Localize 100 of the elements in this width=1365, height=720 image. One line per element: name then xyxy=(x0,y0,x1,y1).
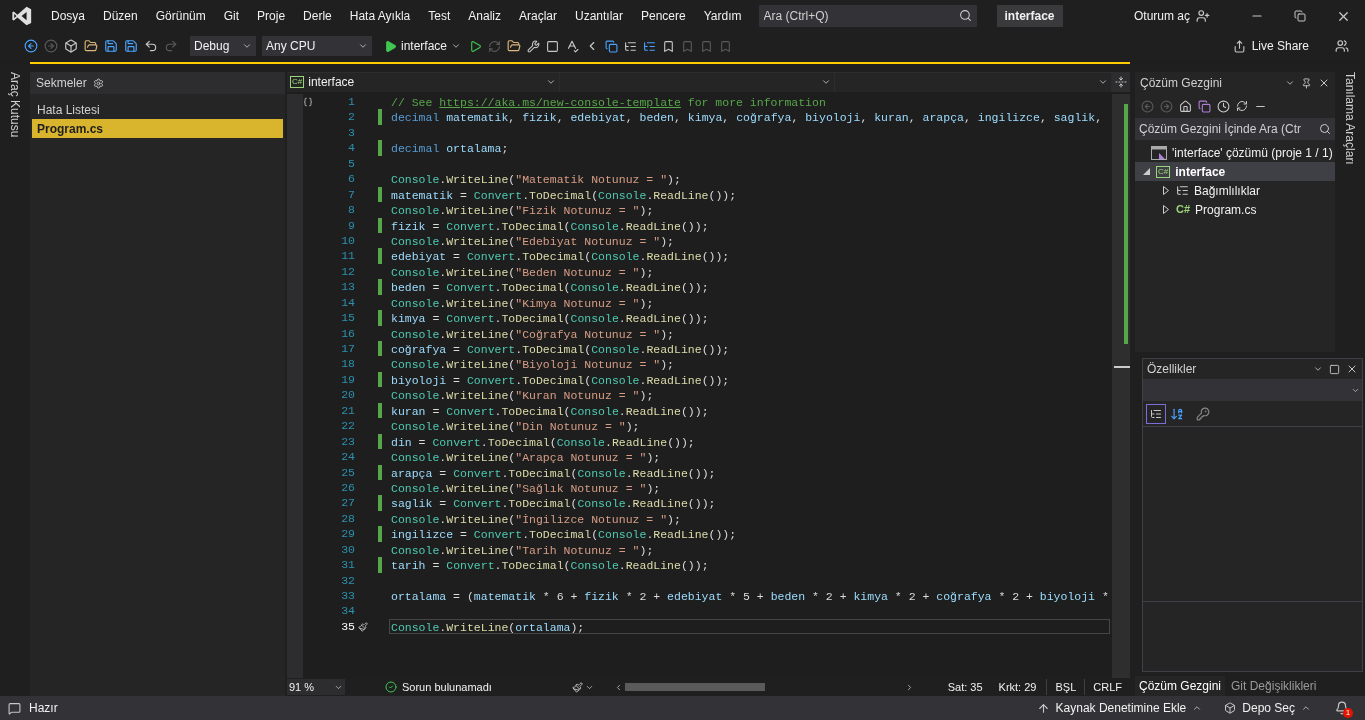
caret-icon[interactable] xyxy=(821,77,831,87)
restore-icon[interactable] xyxy=(1294,10,1306,22)
vertical-scrollbar[interactable] xyxy=(1112,94,1130,678)
search-field[interactable]: Ara (Ctrl+Q) xyxy=(758,5,977,27)
file-dropdown[interactable]: C# interface xyxy=(287,72,559,92)
collapsed-icon[interactable] xyxy=(1163,186,1169,195)
menu-item[interactable]: Pencere xyxy=(632,7,695,25)
open-tab-item[interactable]: Program.cs xyxy=(32,119,283,138)
menu-item[interactable]: Düzen xyxy=(94,7,147,25)
brush-icon[interactable] xyxy=(358,621,368,632)
menu-item[interactable]: Test xyxy=(419,7,460,25)
menu-item[interactable]: Proje xyxy=(248,7,295,25)
close-icon[interactable] xyxy=(1346,363,1358,375)
caret-icon[interactable] xyxy=(242,41,252,51)
open-folder-icon[interactable] xyxy=(84,39,98,53)
tree-item[interactable]: 'interface' çözümü (proje 1 / 1) xyxy=(1135,143,1335,162)
source-control-button[interactable]: Kaynak Denetimine Ekle xyxy=(1036,699,1203,717)
copy-icon[interactable] xyxy=(605,39,619,53)
window-icon[interactable] xyxy=(546,39,560,53)
caret-icon[interactable] xyxy=(451,41,462,51)
repository-button[interactable]: Depo Seç xyxy=(1224,699,1311,717)
bookmark-icon[interactable] xyxy=(662,39,676,53)
save-icon[interactable] xyxy=(104,39,118,53)
diagnostics-tab[interactable]: Tanılama Araçları xyxy=(1341,72,1359,165)
wrench-icon[interactable] xyxy=(527,39,541,53)
code-line: decimal matematik, fizik, edebiyat, beden, kimya, coğrafya, biyoloji, kuran, arapça, ingilizce, saglik, xyxy=(391,111,1103,125)
home-icon[interactable] xyxy=(1179,99,1192,113)
menu-item[interactable]: Hata Ayıkla xyxy=(340,7,420,25)
spell-check-icon[interactable] xyxy=(565,39,580,53)
sync-icon[interactable] xyxy=(1236,100,1248,112)
menu-item[interactable]: Araçlar xyxy=(509,7,566,25)
collapsed-icon[interactable] xyxy=(1163,205,1169,214)
play-icon[interactable] xyxy=(384,39,397,53)
issues-status[interactable]: Sorun bulunamadı xyxy=(402,678,552,696)
line-number: 4 xyxy=(347,140,355,156)
scroll-left-icon[interactable] xyxy=(614,682,623,692)
menu-item[interactable]: Analiz xyxy=(459,7,510,25)
line-number: 28 xyxy=(340,510,355,527)
add-user-icon[interactable] xyxy=(1196,9,1210,23)
menu-item[interactable]: Yardım xyxy=(694,7,751,25)
line-number: 5 xyxy=(347,155,355,172)
close-icon[interactable] xyxy=(1318,77,1330,89)
box-icon[interactable] xyxy=(1224,702,1237,714)
tree-item[interactable]: C# interface xyxy=(1135,162,1335,181)
save-all-icon[interactable] xyxy=(124,39,138,53)
arrow-up-icon[interactable] xyxy=(1036,701,1050,715)
run-button[interactable]: interface xyxy=(382,36,464,56)
toolbox-tab[interactable]: Araç Kutusu xyxy=(6,72,24,138)
cube-icon[interactable] xyxy=(64,39,78,53)
line-ending[interactable]: CRLF xyxy=(1084,678,1130,696)
open-tab-item[interactable]: Hata Listesi xyxy=(32,100,283,119)
line-number: 14 xyxy=(340,294,355,311)
users-icon[interactable] xyxy=(1335,39,1349,53)
settings-icon[interactable] xyxy=(92,77,104,89)
menu-item[interactable]: Dosya xyxy=(42,7,94,25)
menu-item[interactable]: Git xyxy=(214,7,249,25)
horizontal-scrollbar[interactable] xyxy=(614,682,914,692)
menu-item[interactable]: Uzantılar xyxy=(566,7,632,25)
panel-tab[interactable]: Git Değişiklikleri xyxy=(1227,676,1321,696)
line-number: 25 xyxy=(340,464,355,480)
caret-icon[interactable] xyxy=(546,77,556,87)
menu-item[interactable]: Derle xyxy=(294,7,341,25)
configuration-dropdown[interactable]: Debug xyxy=(190,36,256,56)
insert-mode[interactable]: BŞL xyxy=(1046,678,1085,696)
copy-icon[interactable] xyxy=(1198,99,1211,113)
solution-search-field[interactable]: Çözüm Gezgini İçinde Ara (Ctr xyxy=(1135,118,1335,140)
caret-icon[interactable] xyxy=(1313,364,1323,374)
sign-in-link[interactable]: Oturum aç xyxy=(1134,7,1190,25)
panel-tab[interactable]: Çözüm Gezgini xyxy=(1135,676,1226,696)
pin-icon[interactable] xyxy=(1301,77,1312,89)
undo-icon[interactable] xyxy=(144,39,158,53)
caret-icon[interactable] xyxy=(1098,77,1108,87)
expanded-icon[interactable] xyxy=(1142,168,1150,175)
scroll-right-icon[interactable] xyxy=(905,682,914,692)
folder-search-icon[interactable] xyxy=(507,39,522,53)
notifications-icon[interactable] xyxy=(1335,701,1349,715)
brush-icon[interactable] xyxy=(572,681,583,693)
caret-icon[interactable] xyxy=(1301,703,1311,713)
caret-icon[interactable] xyxy=(358,41,368,51)
tree-item[interactable]: C# Program.cs xyxy=(1135,200,1335,219)
split-icon[interactable] xyxy=(1115,76,1127,88)
code-line: ingilizce = Convert.ToDecimal(Console.ReadLine()); xyxy=(391,528,737,542)
tree-item[interactable]: Bağımlılıklar xyxy=(1135,181,1335,200)
share-icon[interactable] xyxy=(1232,39,1246,53)
line-number: 29 xyxy=(340,526,355,542)
redo-icon[interactable] xyxy=(164,39,178,53)
maximize-icon[interactable] xyxy=(1329,363,1340,375)
key-icon[interactable] xyxy=(1196,406,1210,421)
back-icon[interactable] xyxy=(24,39,38,53)
menu-item[interactable]: Görünüm xyxy=(146,7,215,25)
sort-icon[interactable] xyxy=(1170,406,1184,421)
live-share-button[interactable]: Live Share xyxy=(1232,37,1309,55)
caret-icon[interactable] xyxy=(1285,78,1295,88)
zoom-dropdown[interactable]: 91 % xyxy=(287,679,345,695)
play-outline-icon[interactable] xyxy=(469,39,483,53)
list-icon[interactable] xyxy=(643,39,657,53)
list-icon[interactable] xyxy=(624,39,638,53)
clock-icon[interactable] xyxy=(1217,99,1230,113)
platform-dropdown[interactable]: Any CPU xyxy=(262,36,372,56)
caret-icon[interactable] xyxy=(1192,703,1203,713)
